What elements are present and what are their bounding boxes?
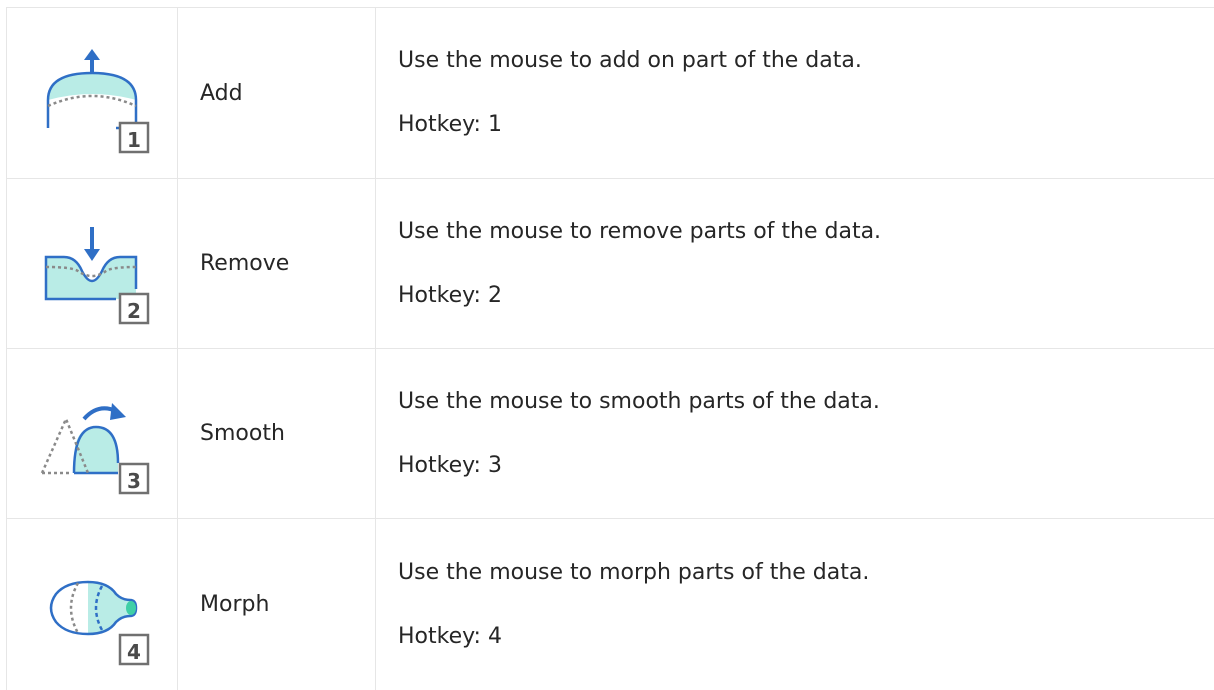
- table-row: 2 Remove Use the mouse to remove parts o…: [7, 179, 1214, 349]
- tool-name: Remove: [178, 179, 376, 349]
- table-row: 1 Add Use the mouse to add on part of th…: [7, 8, 1214, 179]
- tool-description: Use the mouse to morph parts of the data…: [398, 562, 1214, 584]
- hotkey-badge: 1: [127, 128, 141, 152]
- table-row: 4 Morph Use the mouse to morph parts of …: [7, 519, 1214, 690]
- hotkey-badge: 2: [127, 299, 141, 323]
- table-row: 3 Smooth Use the mouse to smooth parts o…: [7, 349, 1214, 519]
- hotkey-badge: 3: [127, 469, 141, 493]
- icon-cell: 3: [7, 349, 178, 519]
- tool-hotkey: Hotkey: 4: [398, 626, 1214, 648]
- tool-name: Smooth: [178, 349, 376, 519]
- tool-description-cell: Use the mouse to morph parts of the data…: [376, 519, 1214, 690]
- morph-tool-icon: 4: [32, 560, 152, 670]
- hotkey-badge: 4: [127, 640, 141, 664]
- tool-description-cell: Use the mouse to smooth parts of the dat…: [376, 349, 1214, 519]
- tool-description-cell: Use the mouse to add on part of the data…: [376, 8, 1214, 179]
- remove-tool-icon: 2: [32, 219, 152, 329]
- tool-hotkey: Hotkey: 1: [398, 114, 1214, 136]
- sculpt-tools-table: 1 Add Use the mouse to add on part of th…: [6, 7, 1214, 690]
- icon-cell: 4: [7, 519, 178, 690]
- tool-name: Add: [178, 8, 376, 179]
- tool-hotkey: Hotkey: 2: [398, 285, 1214, 307]
- tool-description: Use the mouse to smooth parts of the dat…: [398, 391, 1214, 413]
- tool-hotkey: Hotkey: 3: [398, 455, 1214, 477]
- icon-cell: 1: [7, 8, 178, 179]
- tool-description: Use the mouse to remove parts of the dat…: [398, 221, 1214, 243]
- icon-cell: 2: [7, 179, 178, 349]
- tool-description: Use the mouse to add on part of the data…: [398, 50, 1214, 72]
- smooth-tool-icon: 3: [32, 389, 152, 499]
- tool-name: Morph: [178, 519, 376, 690]
- add-tool-icon: 1: [32, 48, 152, 158]
- tool-description-cell: Use the mouse to remove parts of the dat…: [376, 179, 1214, 349]
